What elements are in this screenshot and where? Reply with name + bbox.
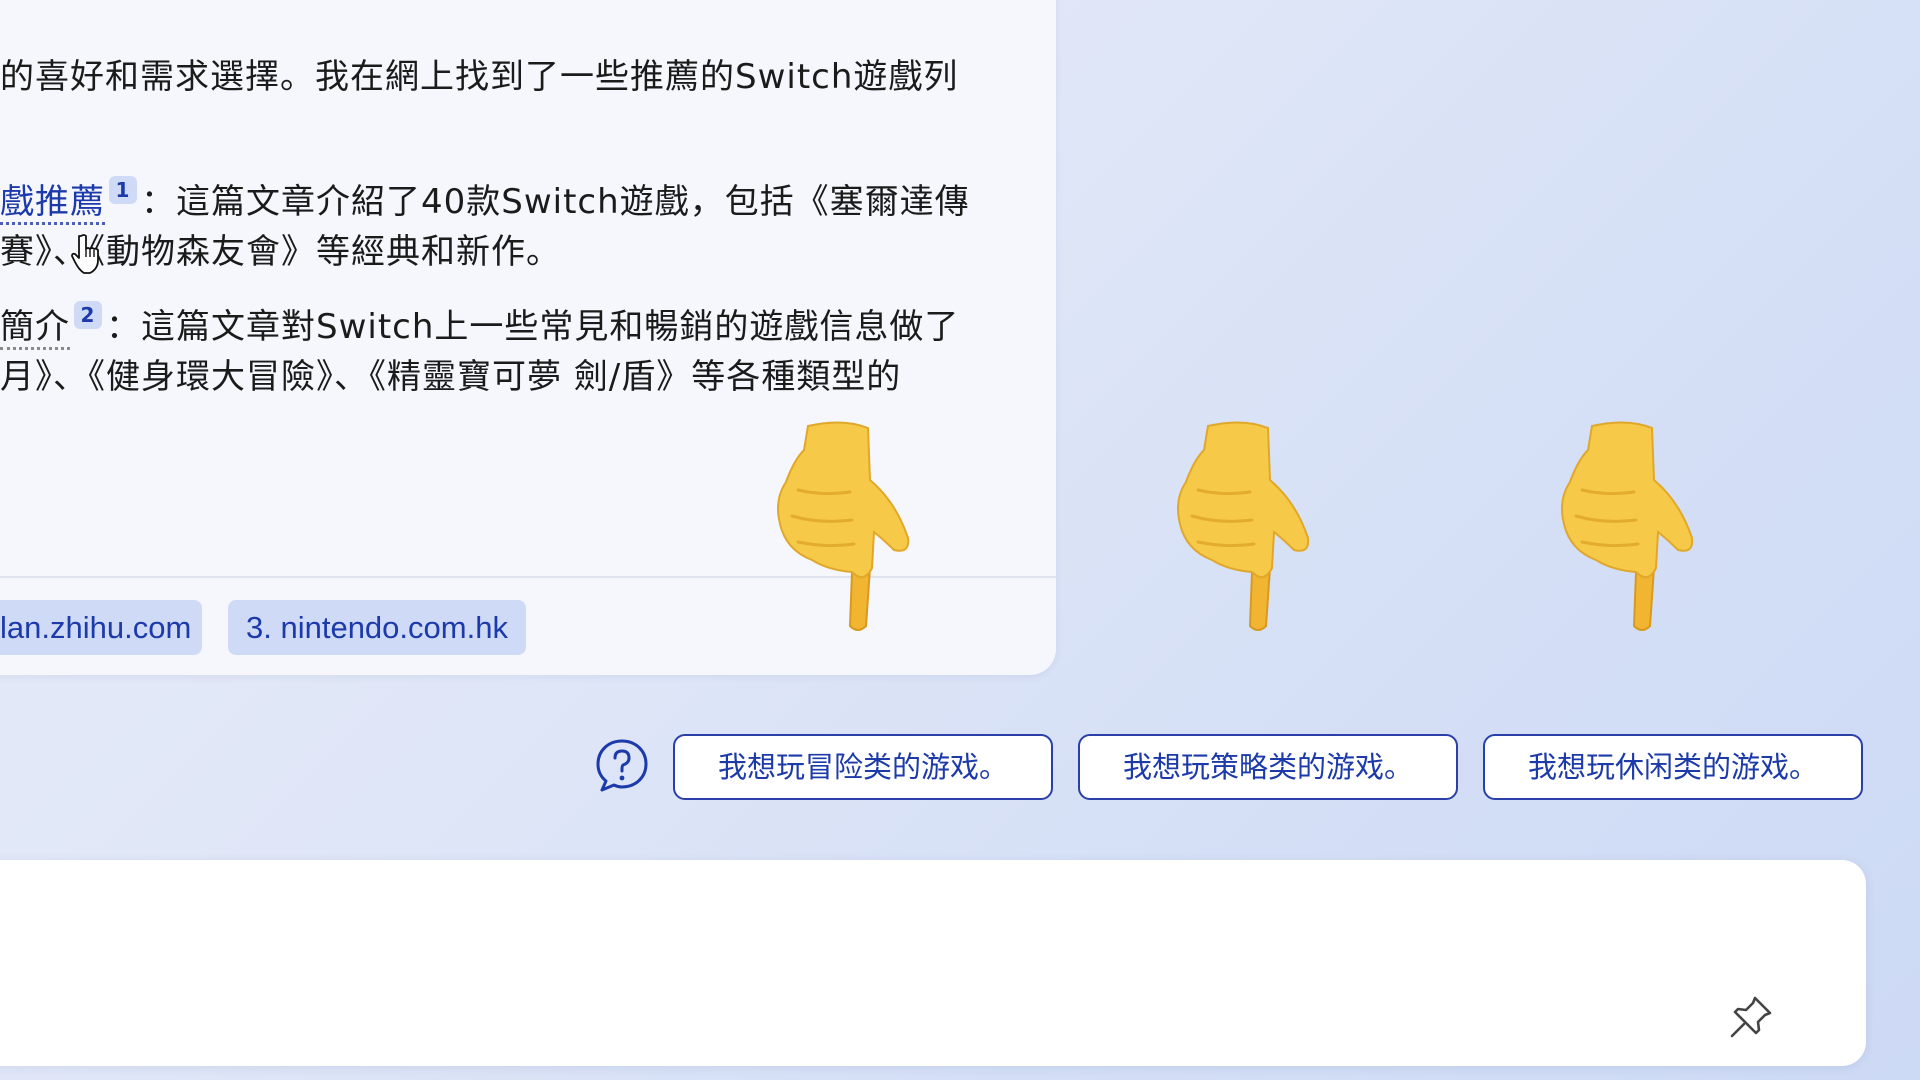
citation-badge-1[interactable]: 1 (109, 176, 137, 204)
pin-icon[interactable] (1722, 990, 1778, 1046)
suggestion-casual-games[interactable]: 我想玩休闲类的游戏。 (1483, 734, 1863, 800)
answer-item-1-description: ：這篇文章介紹了40款Switch遊戲，包括《塞爾達傳 (141, 182, 970, 222)
hand-cursor-icon (71, 234, 99, 274)
source-chip-zhihu[interactable]: lan.zhihu.com (0, 600, 202, 655)
suggestion-adventure-games[interactable]: 我想玩冒险类的游戏。 (673, 734, 1053, 800)
chat-input-panel (0, 860, 1866, 1066)
answer-item-1: 戲推薦 1 ：這篇文章介紹了40款Switch遊戲，包括《塞爾達傳 (0, 176, 970, 227)
question-bubble-icon[interactable] (594, 737, 650, 793)
answer-item-2-continued: 月》、《健身環大冒險》、《精靈寶可夢 劍/盾》等各種類型的 (0, 357, 902, 397)
answer-item-2: 簡介 2 ：這篇文章對Switch上一些常見和暢銷的遊戲信息做了 (0, 301, 960, 352)
suggestion-strategy-games[interactable]: 我想玩策略类的游戏。 (1078, 734, 1458, 800)
citation-link-1[interactable]: 戲推薦 (0, 182, 105, 225)
citation-badge-2[interactable]: 2 (74, 301, 102, 329)
answer-line: 的喜好和需求選擇。我在網上找到了一些推薦的Switch遊戲列 (0, 57, 959, 97)
source-chip-nintendo[interactable]: 3. nintendo.com.hk (228, 600, 526, 655)
backhand-index-pointing-down-icon (1177, 421, 1310, 631)
citation-link-2[interactable]: 簡介 (0, 307, 70, 350)
chat-input[interactable] (30, 890, 1734, 1014)
backhand-index-pointing-down-icon (1561, 421, 1694, 631)
answer-item-2-description: ：這篇文章對Switch上一些常見和暢銷的遊戲信息做了 (106, 307, 960, 347)
backhand-index-pointing-down-icon (777, 421, 910, 631)
